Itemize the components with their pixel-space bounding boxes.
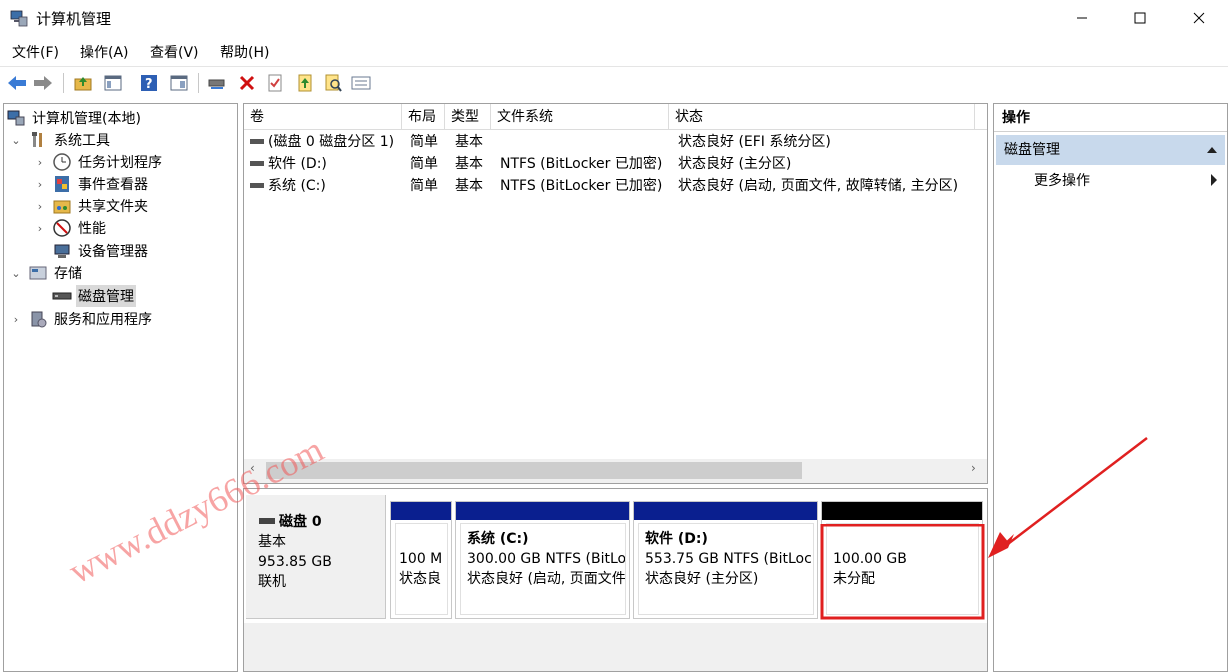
chevron-right-icon[interactable]: › [34,222,46,235]
chevron-down-icon[interactable]: ⌄ [10,267,22,280]
storage-icon [28,264,48,282]
scrollbar-thumb[interactable] [266,462,802,479]
minimize-button[interactable] [1059,0,1105,36]
search-icon[interactable] [322,72,344,94]
partition-efi[interactable]: 100 M 状态良 [390,501,452,619]
disk-icon [259,518,275,524]
actions-pane: 操作 磁盘管理 更多操作 [993,103,1228,672]
tree-item-storage[interactable]: ⌄ 存储 [10,262,84,284]
chevron-down-icon[interactable]: ⌄ [10,134,22,147]
shared-folder-icon [52,197,72,215]
tree-item-system-tools[interactable]: ⌄ 系统工具 [10,129,112,151]
disk-map: 磁盘 0 基本 953.85 GB 联机 100 M 状态良 系统 (C:) 3… [243,488,988,672]
chevron-right-icon[interactable]: › [34,200,46,213]
toolbar: ? [0,66,1228,98]
table-row[interactable]: 软件 (D:) 简单 基本 NTFS (BitLocker 已加密) 状态良好 … [244,153,987,175]
more-actions-item[interactable]: 更多操作 [1034,170,1090,190]
services-icon [28,310,48,328]
table-row[interactable]: 系统 (C:) 简单 基本 NTFS (BitLocker 已加密) 状态良好 … [244,175,987,197]
delete-icon[interactable] [236,72,258,94]
tree-item-services-apps[interactable]: › 服务和应用程序 [10,308,154,330]
tree-item-disk-management[interactable]: 磁盘管理 [52,285,136,307]
column-header-layout[interactable]: 布局 [402,104,445,130]
tree-item-performance[interactable]: › 性能 [34,217,108,239]
collapse-up-icon[interactable] [1207,146,1217,154]
annotation-arrow [988,437,1148,558]
tree-item-event-viewer[interactable]: › 事件查看器 [34,173,150,195]
minimize-icon [1077,17,1087,19]
menu-help[interactable]: 帮助(H) [220,42,269,62]
partition-d[interactable]: 软件 (D:) 553.75 GB NTFS (BitLock 状态良好 (主分… [633,501,818,619]
window-title: 计算机管理 [36,10,112,28]
title-bar: 计算机管理 [0,0,1228,36]
maximize-button[interactable] [1117,0,1163,36]
actions-title: 操作 [994,104,1227,132]
svg-text:?: ? [145,77,153,92]
disk-state: 联机 [258,574,286,590]
disk-size: 953.85 GB [258,554,332,570]
partition-bar [822,502,982,520]
performance-icon [52,219,72,237]
list-icon[interactable] [350,72,372,94]
scroll-right-icon[interactable]: › [971,461,976,475]
disk-kind: 基本 [258,534,286,550]
computer-management-icon [10,10,28,27]
chevron-right-icon[interactable]: › [34,178,46,191]
horizontal-scrollbar[interactable]: ‹ › [244,459,987,483]
disk-name: 磁盘 0 [279,514,322,530]
menu-action[interactable]: 操作(A) [80,42,129,62]
forward-icon[interactable] [32,72,54,94]
column-header-filesystem[interactable]: 文件系统 [491,104,669,130]
toolbar-separator [198,73,199,93]
tree-item-device-manager[interactable]: 设备管理器 [52,240,150,262]
tree-item-shared-folders[interactable]: › 共享文件夹 [34,195,150,217]
menu-bar: 文件(F) 操作(A) 查看(V) 帮助(H) [0,38,1228,64]
properties-panel-icon[interactable] [168,72,190,94]
device-manager-icon [52,242,72,260]
partition-bar [391,502,451,520]
connect-drive-icon[interactable] [206,72,228,94]
show-hide-tree-icon[interactable] [102,72,124,94]
submenu-arrow-icon[interactable] [1210,174,1218,186]
drive-icon [249,175,267,204]
tools-icon [28,131,48,149]
partition-c[interactable]: 系统 (C:) 300.00 GB NTFS (BitLo 状态良好 (启动, … [455,501,630,619]
column-header-overflow[interactable] [975,104,987,130]
column-header-volume[interactable]: 卷 [244,104,402,130]
check-icon[interactable] [264,72,286,94]
help-icon[interactable]: ? [138,72,160,94]
menu-file[interactable]: 文件(F) [12,42,59,62]
partition-unallocated[interactable]: 100.00 GB 未分配 [821,501,983,619]
disk-map-footer [244,623,987,671]
chevron-right-icon[interactable]: › [34,156,46,169]
table-row[interactable]: (磁盘 0 磁盘分区 1) 简单 基本 状态良好 (EFI 系统分区) [244,131,987,153]
toolbar-separator [63,73,64,93]
tree-item-task-scheduler[interactable]: › 任务计划程序 [34,151,164,173]
disk-0-label[interactable]: 磁盘 0 基本 953.85 GB 联机 [246,495,386,619]
navigation-tree: 计算机管理(本地) ⌄ 系统工具 › 任务计划程序 › 事件查看器 › 共享文件… [3,103,238,672]
close-button[interactable] [1176,0,1222,36]
partition-bar [634,502,817,520]
column-header-status[interactable]: 状态 [669,104,975,130]
export-icon[interactable] [294,72,316,94]
volume-list: 卷 布局 类型 文件系统 状态 (磁盘 0 磁盘分区 1) 简单 基本 状态良好… [243,103,988,484]
menu-view[interactable]: 查看(V) [150,42,199,62]
close-icon [1193,12,1205,24]
partition-bar [456,502,629,520]
column-header-type[interactable]: 类型 [445,104,491,130]
clock-icon [52,153,72,171]
up-folder-icon[interactable] [72,72,94,94]
volume-list-header: 卷 布局 类型 文件系统 状态 [244,104,987,130]
chevron-right-icon[interactable]: › [10,313,22,326]
maximize-icon [1134,12,1146,24]
disk-icon [52,287,72,305]
computer-management-icon [6,109,26,127]
tree-item-root[interactable]: 计算机管理(本地) [6,107,143,129]
actions-section-disk-management[interactable]: 磁盘管理 [996,135,1225,165]
back-icon[interactable] [6,72,28,94]
event-viewer-icon [52,175,72,193]
